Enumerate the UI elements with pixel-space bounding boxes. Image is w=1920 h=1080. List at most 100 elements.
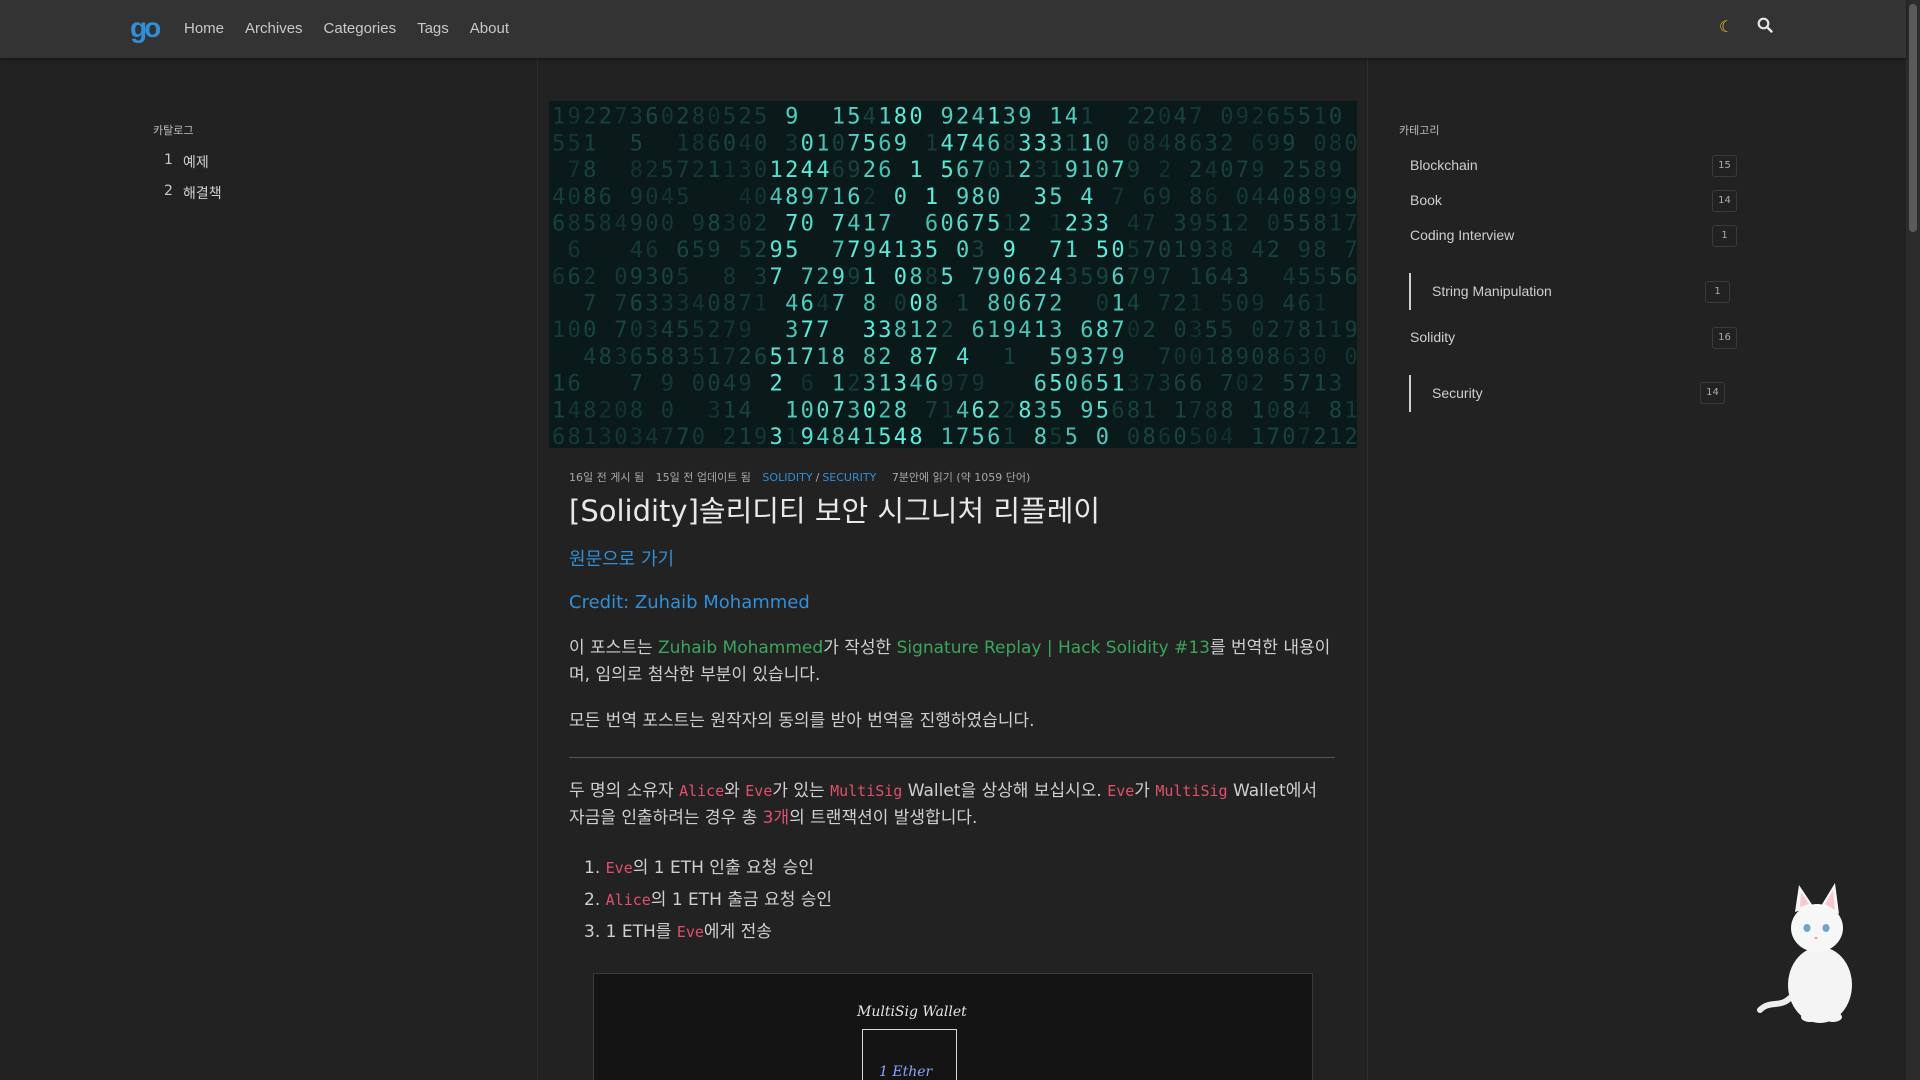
svg-text:9: 9	[1236, 105, 1249, 130]
svg-text:5: 5	[661, 158, 674, 183]
svg-text:1: 1	[832, 105, 845, 130]
category-blockchain[interactable]: Blockchain	[1410, 157, 1478, 173]
svg-text:4: 4	[801, 158, 814, 183]
svg-text:7: 7	[832, 398, 845, 423]
svg-text:9: 9	[754, 425, 767, 448]
svg-text:5: 5	[1220, 318, 1233, 343]
svg-text:4: 4	[894, 425, 907, 448]
svg-text:9: 9	[1267, 131, 1280, 156]
svg-text:8: 8	[1205, 398, 1218, 423]
svg-text:2: 2	[1345, 425, 1358, 448]
svg-text:2: 2	[1143, 318, 1156, 343]
source-article-link[interactable]: Signature Replay | Hack Solidity #13	[897, 638, 1210, 658]
svg-text:0: 0	[1251, 345, 1264, 370]
nav-tags[interactable]: Tags	[417, 19, 449, 39]
svg-text:0: 0	[645, 185, 658, 210]
toc-item-label[interactable]: 예제	[183, 152, 209, 172]
category-count-badge: 1	[1705, 281, 1730, 303]
svg-text:9: 9	[941, 105, 954, 130]
svg-text:1: 1	[552, 318, 565, 343]
category-coding-interview[interactable]: Coding Interview	[1410, 227, 1514, 243]
svg-text:8: 8	[1220, 238, 1233, 263]
svg-text:1: 1	[723, 398, 736, 423]
highlight-text: 3개	[762, 808, 790, 828]
svg-text:0: 0	[1096, 158, 1109, 183]
credit-link[interactable]: Credit: Zuhaib Mohammed	[569, 592, 810, 613]
svg-text:7: 7	[1127, 265, 1140, 290]
svg-text:0: 0	[1267, 212, 1280, 237]
post-category-security[interactable]: SECURITY	[822, 471, 876, 484]
svg-text:9: 9	[1329, 158, 1342, 183]
svg-text:6: 6	[956, 212, 969, 237]
scrollbar-thumb[interactable]	[1909, 4, 1917, 232]
search-icon[interactable]	[1757, 17, 1773, 33]
svg-text:1: 1	[1034, 318, 1047, 343]
svg-text:7: 7	[1282, 318, 1295, 343]
svg-text:5: 5	[1127, 238, 1140, 263]
svg-text:0: 0	[987, 158, 1000, 183]
subcategory-security[interactable]: Security	[1432, 385, 1483, 401]
dark-mode-moon-icon[interactable]: ☾	[1719, 17, 1733, 37]
svg-text:1: 1	[878, 105, 891, 130]
svg-text:3: 3	[1034, 131, 1047, 156]
svg-text:2: 2	[785, 158, 798, 183]
svg-text:8: 8	[630, 398, 643, 423]
svg-text:1: 1	[739, 425, 752, 448]
nav-archives[interactable]: Archives	[245, 19, 303, 39]
svg-text:6: 6	[801, 372, 814, 397]
svg-text:2: 2	[1034, 265, 1047, 290]
svg-text:7: 7	[1345, 212, 1358, 237]
toc-item[interactable]: 2 해결책	[153, 183, 513, 214]
category-book[interactable]: Book	[1410, 192, 1442, 208]
svg-text:6: 6	[1189, 372, 1202, 397]
svg-text:0: 0	[863, 398, 876, 423]
svg-text:4: 4	[1282, 265, 1295, 290]
svg-text:2: 2	[754, 212, 767, 237]
nav-home[interactable]: Home	[184, 19, 224, 39]
svg-text:8: 8	[972, 185, 985, 210]
svg-text:0: 0	[568, 185, 581, 210]
svg-text:4: 4	[956, 345, 969, 370]
svg-text:2: 2	[878, 345, 891, 370]
svg-text:6: 6	[552, 425, 565, 448]
nav-categories[interactable]: Categories	[324, 19, 397, 39]
svg-text:5: 5	[941, 265, 954, 290]
svg-text:9: 9	[1003, 238, 1016, 263]
svg-text:1: 1	[1003, 212, 1016, 237]
reading-time: 7분안에 읽기 (약 1059 단어)	[891, 471, 1031, 484]
svg-text:3: 3	[1205, 238, 1218, 263]
svg-text:2: 2	[1251, 372, 1264, 397]
subcategory-string-manipulation[interactable]: String Manipulation	[1432, 283, 1552, 299]
svg-text:4: 4	[1065, 105, 1078, 130]
svg-text:6: 6	[878, 158, 891, 183]
svg-text:8: 8	[599, 212, 612, 237]
site-logo[interactable]: go	[130, 14, 166, 44]
main-nav: Home Archives Categories Tags About	[184, 19, 509, 39]
page-scrollbar[interactable]	[1906, 0, 1920, 1080]
nav-about[interactable]: About	[470, 19, 509, 39]
svg-text:1: 1	[987, 105, 1000, 130]
svg-text:8: 8	[583, 158, 596, 183]
category-solidity[interactable]: Solidity	[1410, 329, 1455, 345]
post-category-solidity[interactable]: SOLIDITY	[762, 471, 812, 484]
svg-text:3: 3	[676, 292, 689, 317]
svg-text:7: 7	[847, 238, 860, 263]
svg-text:7: 7	[878, 212, 891, 237]
svg-text:4: 4	[1158, 131, 1171, 156]
svg-text:0: 0	[1096, 292, 1109, 317]
svg-text:9: 9	[1251, 292, 1264, 317]
svg-text:6: 6	[707, 131, 720, 156]
toc-item[interactable]: 1 예제	[153, 152, 513, 183]
toc-item-label[interactable]: 해결책	[183, 183, 222, 203]
svg-text:4: 4	[1174, 105, 1187, 130]
transaction-steps-list: 1. Eve의 1 ETH 인출 요청 승인 2. Alice의 1 ETH 출…	[584, 853, 832, 949]
svg-text:0: 0	[707, 372, 720, 397]
svg-text:0: 0	[739, 212, 752, 237]
svg-text:3: 3	[739, 158, 752, 183]
list-item: 3. 1 ETH를 Eve에게 전송	[584, 917, 832, 949]
toc-title: 카탈로그	[153, 124, 194, 137]
original-post-link[interactable]: 원문으로 가기	[569, 545, 674, 571]
author-link[interactable]: Zuhaib Mohammed	[658, 638, 823, 658]
svg-text:2: 2	[1267, 318, 1280, 343]
svg-text:1: 1	[863, 425, 876, 448]
